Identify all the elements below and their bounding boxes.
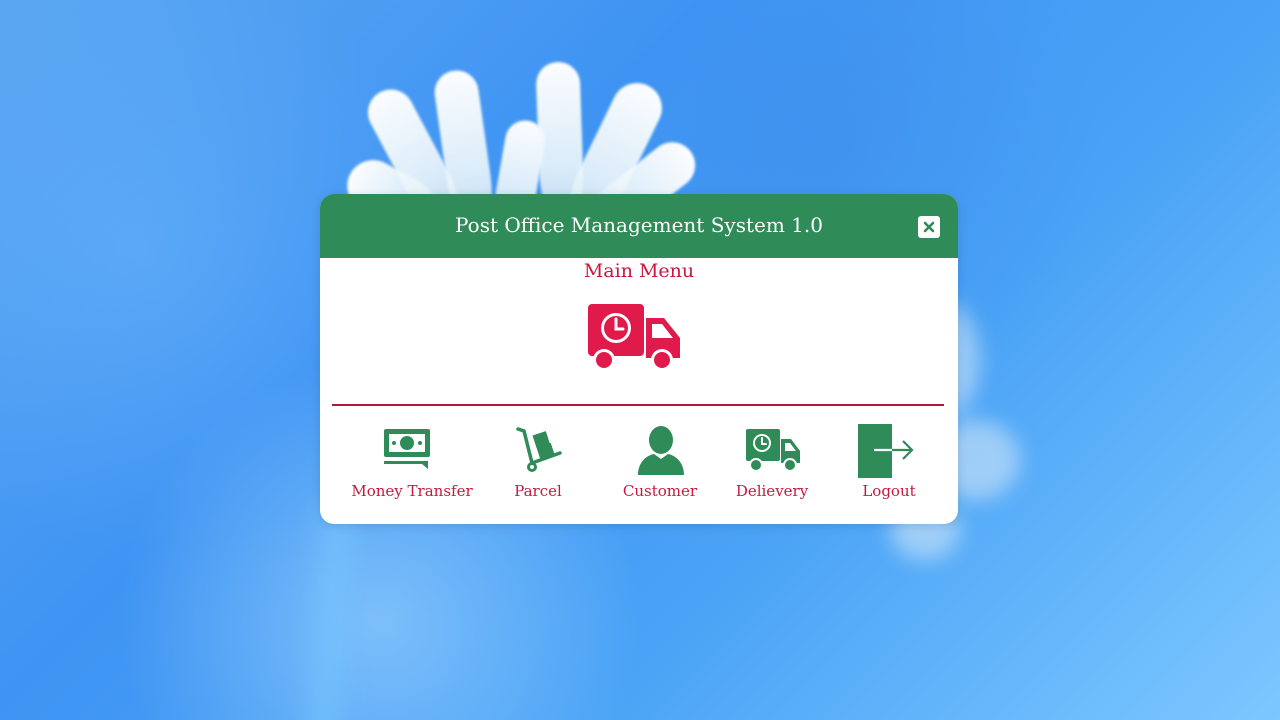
window-title: Post Office Management System 1.0 xyxy=(455,213,823,237)
close-icon xyxy=(923,221,935,233)
delivery-truck-icon xyxy=(588,304,680,371)
money-icon xyxy=(384,429,430,469)
menu-label-customer: Customer xyxy=(622,482,698,500)
close-button[interactable] xyxy=(918,216,940,238)
menu-item-delievery[interactable]: Delievery xyxy=(724,422,820,506)
menu-label-money-transfer: Money Transfer xyxy=(351,482,473,500)
menu-label-parcel: Parcel xyxy=(514,482,562,500)
title-bar[interactable]: Post Office Management System 1.0 xyxy=(320,194,958,258)
logout-icon xyxy=(858,424,914,478)
user-icon xyxy=(638,426,684,475)
menu-divider xyxy=(332,404,944,406)
menu-label-delievery: Delievery xyxy=(735,482,809,500)
menu-item-logout[interactable]: Logout xyxy=(840,422,938,506)
menu-item-customer[interactable]: Customer xyxy=(606,422,714,506)
menu-label-logout: Logout xyxy=(862,482,916,500)
menu-item-parcel[interactable]: Parcel xyxy=(490,422,586,506)
hand-truck-icon xyxy=(516,427,562,472)
main-menu-window: Post Office Management System 1.0 Main M… xyxy=(320,194,958,524)
main-menu-heading: Main Menu xyxy=(583,260,695,282)
delivery-truck-icon xyxy=(746,429,800,472)
menu-item-money-transfer[interactable]: Money Transfer xyxy=(344,422,480,506)
